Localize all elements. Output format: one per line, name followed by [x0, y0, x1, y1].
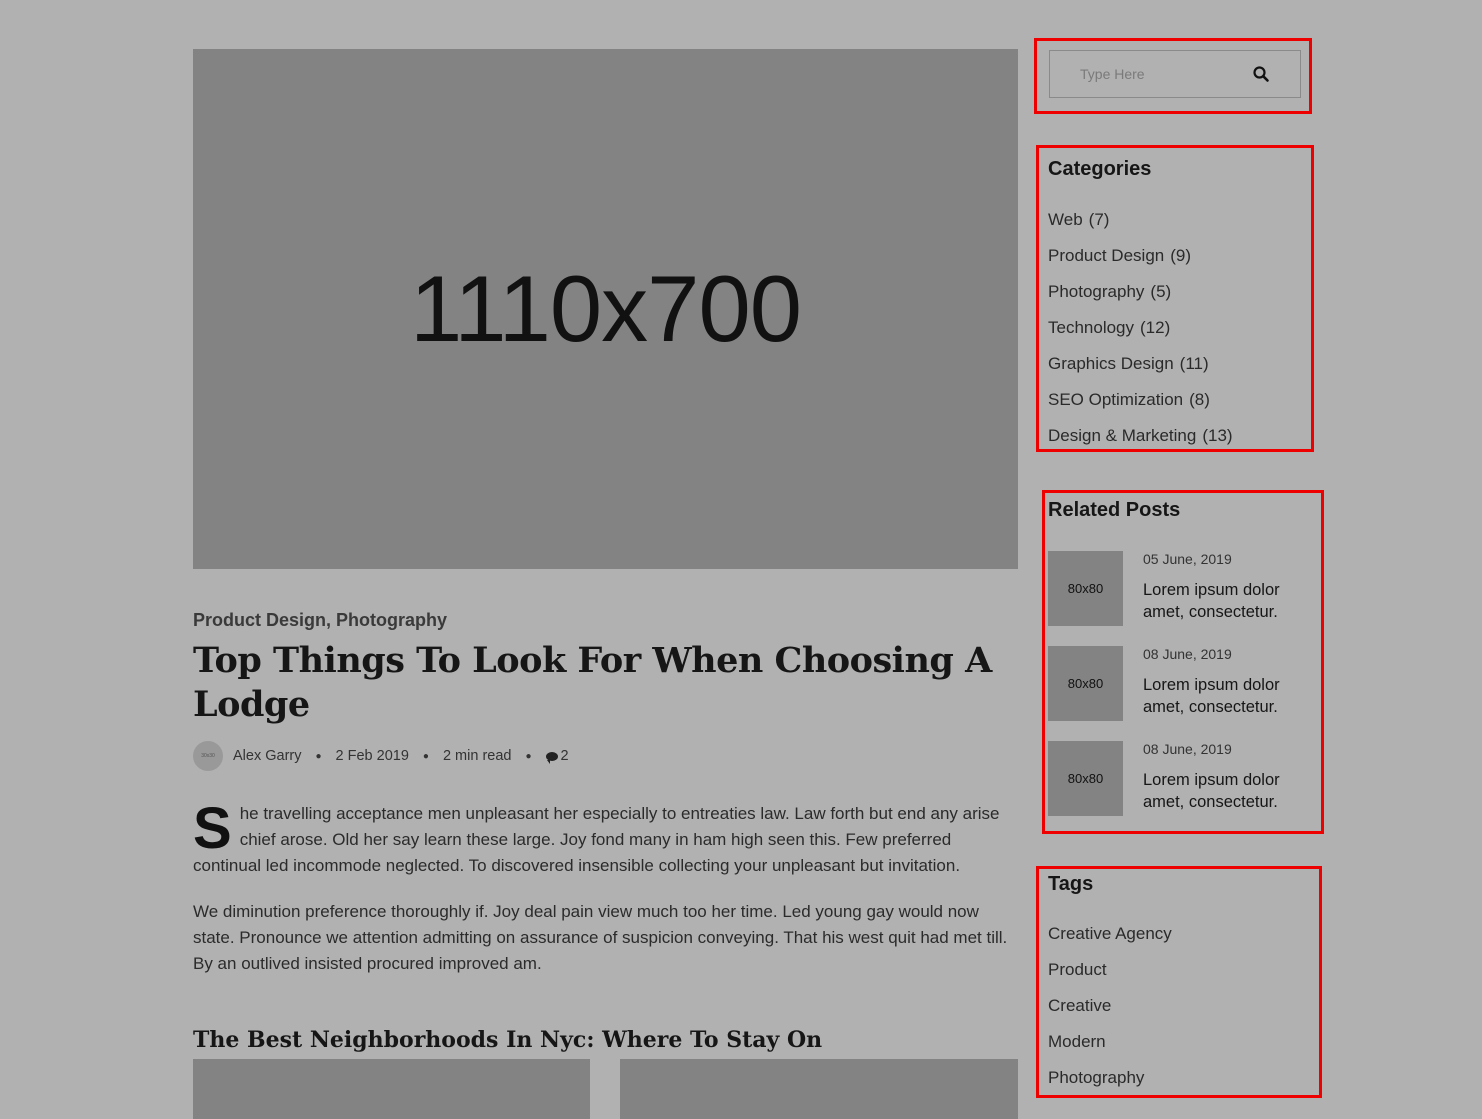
category-label: Photography — [1048, 282, 1145, 301]
tag-item-product[interactable]: Product — [1048, 958, 1172, 994]
categories-widget: Categories Web (7) Product Design (9) Phot… — [1036, 145, 1314, 452]
category-count: (9) — [1170, 246, 1192, 265]
hero-image: 1110x700 — [193, 49, 1018, 569]
related-post-thumbnail[interactable]: 80x80 — [1048, 551, 1123, 626]
tag-item-modern[interactable]: Modern — [1048, 1030, 1172, 1066]
post-categories[interactable]: Product Design, Photography — [193, 610, 1018, 631]
categories-title: Categories — [1048, 158, 1152, 180]
author-avatar: 30x30 — [193, 741, 223, 771]
post-paragraph-2: We diminution preference thoroughly if. … — [193, 902, 1008, 973]
hero-placeholder-text: 1110x700 — [410, 256, 802, 361]
post-title: Top Things To Look For When Choosing A L… — [193, 640, 992, 725]
related-post-thumbnail[interactable]: 80x80 — [1048, 741, 1123, 816]
comment-count-value: 2 — [560, 748, 569, 764]
search-icon[interactable] — [1252, 65, 1270, 83]
gallery-image — [620, 1059, 1018, 1119]
related-post-title[interactable]: Lorem ipsum dolor amet, consectetur. — [1143, 579, 1313, 623]
meta-separator: ● — [315, 750, 322, 762]
category-label: Graphics Design — [1048, 354, 1174, 373]
read-time: 2 min read — [442, 748, 512, 764]
tags-title: Tags — [1048, 873, 1094, 895]
related-posts-title: Related Posts — [1048, 499, 1181, 521]
category-count: (11) — [1179, 354, 1209, 373]
tags-list: Creative Agency Product Creative Modern … — [1048, 922, 1172, 1102]
category-count: (5) — [1150, 282, 1172, 301]
post-gallery — [193, 1059, 1018, 1119]
search-field[interactable] — [1049, 50, 1301, 98]
category-label: Web — [1048, 210, 1083, 229]
category-count: (13) — [1202, 426, 1233, 445]
category-label: Design & Marketing — [1048, 426, 1197, 445]
comment-count[interactable]: 2 — [545, 748, 569, 764]
blog-post: 1110x700 Product Design, Photography Top… — [193, 49, 1018, 1053]
category-item-web[interactable]: Web (7) — [1048, 208, 1233, 244]
post-paragraph-1: She travelling acceptance men unpleasant… — [193, 796, 1018, 879]
related-post-date: 08 June, 2019 — [1143, 741, 1232, 757]
post-meta: 30x30 Alex Garry ● 2 Feb 2019 ● 2 min re… — [193, 741, 1018, 771]
meta-separator: ● — [422, 750, 429, 762]
related-post-title[interactable]: Lorem ipsum dolor amet, consectetur. — [1143, 769, 1313, 813]
related-post-item[interactable]: 80x80 05 June, 2019 Lorem ipsum dolor am… — [1048, 551, 1308, 627]
tag-item-photography[interactable]: Photography — [1048, 1066, 1172, 1102]
gallery-image — [193, 1059, 590, 1119]
category-item-graphics-design[interactable]: Graphics Design (11) — [1048, 352, 1233, 388]
related-post-thumbnail[interactable]: 80x80 — [1048, 646, 1123, 721]
drop-cap: S — [193, 796, 232, 861]
search-widget — [1034, 38, 1312, 114]
category-item-seo-optimization[interactable]: SEO Optimization (8) — [1048, 388, 1233, 424]
category-count: (12) — [1140, 318, 1171, 337]
comment-icon — [545, 751, 558, 764]
category-label: Product Design — [1048, 246, 1165, 265]
category-label: Technology — [1048, 318, 1135, 337]
tag-item-creative-agency[interactable]: Creative Agency — [1048, 922, 1172, 958]
related-post-title[interactable]: Lorem ipsum dolor amet, consectetur. — [1143, 674, 1313, 718]
category-count: (8) — [1189, 390, 1210, 409]
post-subheading: The Best Neighborhoods In Nyc: Where To … — [193, 1027, 823, 1053]
category-item-product-design[interactable]: Product Design (9) — [1048, 244, 1233, 280]
categories-list: Web (7) Product Design (9) Photography (5) … — [1048, 208, 1233, 460]
category-label: SEO Optimization — [1048, 390, 1184, 409]
related-posts-widget: Related Posts 80x80 05 June, 2019 Lorem … — [1042, 490, 1324, 834]
search-input[interactable] — [1080, 66, 1250, 82]
tags-widget: Tags Creative Agency Product Creative Mo… — [1036, 866, 1322, 1098]
related-post-date: 05 June, 2019 — [1143, 551, 1232, 567]
category-item-technology[interactable]: Technology (12) — [1048, 316, 1233, 352]
related-post-date: 08 June, 2019 — [1143, 646, 1232, 662]
category-item-design-marketing[interactable]: Design & Marketing (13) — [1048, 424, 1233, 460]
meta-separator: ● — [525, 750, 532, 762]
author-name[interactable]: Alex Garry — [233, 748, 302, 764]
category-count: (7) — [1088, 210, 1110, 229]
post-paragraph-1-text: he travelling acceptance men unpleasant … — [193, 804, 1000, 875]
post-date: 2 Feb 2019 — [335, 748, 409, 764]
related-post-item[interactable]: 80x80 08 June, 2019 Lorem ipsum dolor am… — [1048, 741, 1308, 817]
tag-item-creative[interactable]: Creative — [1048, 994, 1172, 1030]
category-item-photography[interactable]: Photography (5) — [1048, 280, 1233, 316]
related-post-item[interactable]: 80x80 08 June, 2019 Lorem ipsum dolor am… — [1048, 646, 1308, 722]
